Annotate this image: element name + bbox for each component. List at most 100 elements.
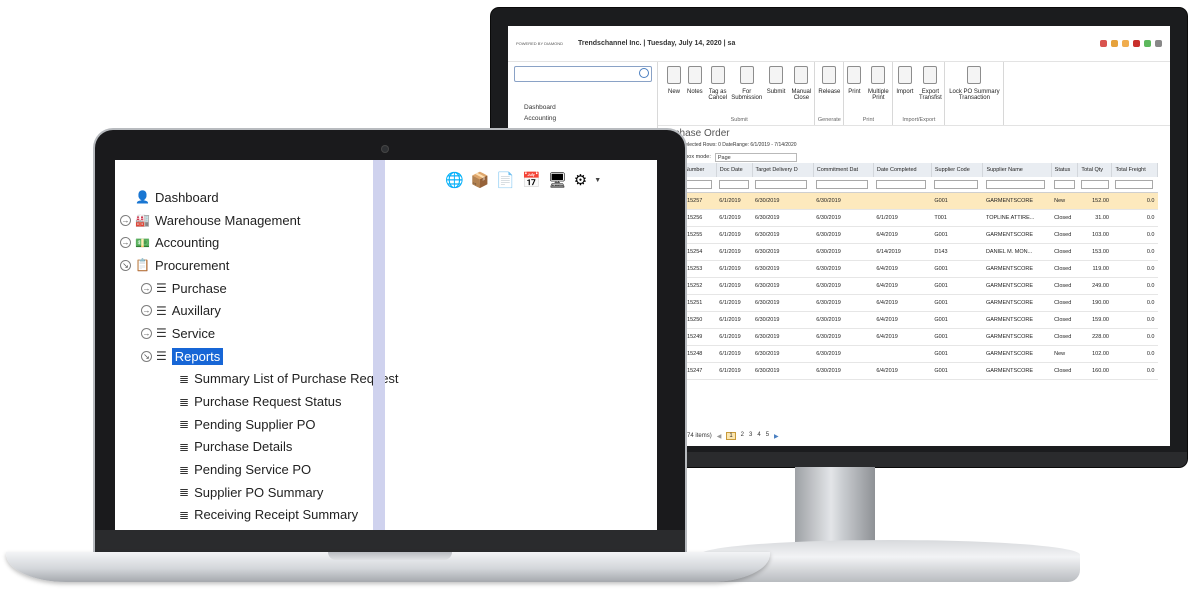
document-icon[interactable] [1122, 40, 1129, 47]
pager-page-link[interactable]: 5 [766, 432, 769, 440]
lock-po-summary-button[interactable]: Lock PO Summary Transaction [945, 62, 1003, 116]
calendar-icon[interactable]: 📅 [522, 172, 541, 190]
submit-button[interactable]: Submit [764, 62, 789, 116]
collapse-icon[interactable]: ↘ [141, 350, 152, 362]
settings-icon[interactable]: ⚙ [574, 172, 587, 190]
tree-item-reports[interactable]: ↘ ☰ Reports [115, 345, 373, 368]
grid-column-header[interactable]: Date Completed [873, 163, 932, 177]
manual-close-button[interactable]: Manual Close [788, 62, 814, 116]
filter-input[interactable] [1054, 179, 1076, 189]
new-button[interactable]: New [664, 62, 684, 116]
pager-page-link[interactable]: 3 [749, 432, 752, 440]
filter-input[interactable] [1080, 179, 1109, 189]
expand-icon[interactable]: → [141, 282, 152, 294]
tree-item-dashboard[interactable]: 👤 Dashboard [115, 186, 373, 209]
globe-icon[interactable] [1100, 40, 1107, 47]
grid-filter-cell[interactable] [1051, 177, 1078, 193]
collapse-icon[interactable]: ↘ [120, 259, 131, 271]
for-submission-button[interactable]: For Submission [730, 62, 764, 116]
tree-item-purchase[interactable]: → ☰ Purchase [115, 277, 373, 300]
globe-icon[interactable]: 🌐 [445, 172, 464, 190]
table-cell: TOPLINE ATTIRE... [982, 209, 1052, 227]
grid-filter-cell[interactable] [813, 177, 874, 193]
table-row[interactable]: PO0015249 6/1/2019 6/30/2019 6/30/2019 6/4/2… [658, 328, 1158, 346]
expand-icon[interactable]: → [120, 237, 131, 249]
grid-filter-cell[interactable] [1077, 177, 1112, 193]
table-row[interactable]: PO0015254 6/1/2019 6/30/2019 6/30/2019 6/14/… [658, 243, 1158, 261]
search-icon[interactable] [639, 68, 649, 78]
table-row[interactable]: PO0015255 6/1/2019 6/30/2019 6/30/2019 6/4/2… [658, 226, 1158, 244]
panel-divider[interactable] [373, 160, 385, 530]
grid-column-header[interactable]: Total Freight [1111, 163, 1158, 177]
tree-item-pending-supplier-po[interactable]: ≣ Pending Supplier PO [115, 413, 373, 436]
package-icon[interactable] [1111, 40, 1118, 47]
filter-input[interactable] [816, 179, 868, 189]
grid-filter-cell[interactable] [873, 177, 932, 193]
pager-prev-icon[interactable]: ◀ [717, 433, 722, 440]
grid-column-header[interactable]: Total Qty [1077, 163, 1113, 177]
settings-icon[interactable] [1155, 40, 1162, 47]
table-row[interactable]: PO0015248 6/1/2019 6/30/2019 6/30/2019 G001 G… [658, 345, 1158, 363]
tree-item-purchase-request-status[interactable]: ≣ Purchase Request Status [115, 390, 373, 413]
filter-input[interactable] [934, 179, 979, 189]
package-icon[interactable]: 📦 [471, 172, 490, 190]
filter-input[interactable] [985, 179, 1045, 189]
tree-item-summary-list-of-purchase-request[interactable]: ≣ Summary List of Purchase Request [115, 368, 399, 391]
tree-item-accounting[interactable]: → 💵 Accounting [115, 231, 373, 254]
sidebar-search-input[interactable] [514, 66, 652, 82]
expand-icon[interactable]: → [141, 305, 152, 317]
tree-item-pending-service-po[interactable]: ≣ Pending Service PO [115, 458, 373, 481]
grid-filter-cell[interactable] [982, 177, 1052, 193]
table-row[interactable]: PO0015251 6/1/2019 6/30/2019 6/30/2019 6/4/2… [658, 294, 1158, 312]
document-icon[interactable]: 📄 [496, 172, 515, 190]
pager-page-link[interactable]: 1 [726, 432, 736, 440]
notes-button[interactable]: Notes [684, 62, 706, 116]
monitor-icon[interactable] [1144, 40, 1151, 47]
grid-column-header[interactable]: Status [1051, 163, 1079, 177]
table-cell: 6/30/2019 [813, 294, 874, 312]
sidebar-item-dashboard[interactable]: Dashboard [524, 102, 651, 113]
import-button[interactable]: Import [893, 62, 916, 116]
tag-as-cancel-button[interactable]: Tag as Cancel [706, 62, 730, 116]
release-button[interactable]: Release [815, 62, 843, 116]
filter-input[interactable] [755, 179, 808, 189]
grid-column-header[interactable]: Target Delivery D [752, 163, 814, 177]
filter-input[interactable] [1114, 179, 1154, 189]
grid-column-header[interactable]: Supplier Code [931, 163, 984, 177]
pager-page-link[interactable]: 4 [757, 432, 760, 440]
table-row[interactable]: PO0015247 6/1/2019 6/30/2019 6/30/2019 6/4/2… [658, 362, 1158, 380]
expand-icon[interactable]: → [141, 327, 152, 339]
table-row[interactable]: PO0015253 6/1/2019 6/30/2019 6/30/2019 6/4/2… [658, 260, 1158, 278]
grid-filter-cell[interactable] [931, 177, 983, 193]
table-row[interactable]: PO0015257 6/1/2019 6/30/2019 6/30/2019 G001 G… [658, 192, 1158, 210]
table-row[interactable]: PO0015250 6/1/2019 6/30/2019 6/30/2019 6/4/2… [658, 311, 1158, 329]
filter-input[interactable] [719, 179, 749, 189]
tree-item-procurement[interactable]: ↘ 📋 Procurement [115, 254, 373, 277]
grid-filter-cell[interactable] [1111, 177, 1158, 193]
tree-item-purchase-details[interactable]: ≣ Purchase Details [115, 436, 373, 459]
grid-filter-cell[interactable] [716, 177, 752, 193]
tree-item-auxillary[interactable]: → ☰ Auxillary [115, 299, 373, 322]
table-row[interactable]: PO0015252 6/1/2019 6/30/2019 6/30/2019 6/4/2… [658, 277, 1158, 295]
calendar-icon[interactable] [1133, 40, 1140, 47]
chevron-down-icon[interactable]: ▼ [594, 172, 601, 190]
tree-item-supplier-po-summary[interactable]: ≣ Supplier PO Summary [115, 481, 373, 504]
export-transfist-button[interactable]: Export Transfist [916, 62, 944, 116]
grid-column-header[interactable]: Supplier Name [982, 163, 1052, 177]
pager-next-icon[interactable]: ▶ [774, 433, 779, 440]
tree-item-receiving-receipt-summary[interactable]: ≣ Receiving Receipt Summary [115, 504, 373, 527]
grid-column-header[interactable]: Doc Date [716, 163, 753, 177]
expand-icon[interactable]: → [120, 214, 131, 226]
tree-item-warehouse-management[interactable]: → 🏭 Warehouse Management [115, 209, 373, 232]
grid-filter-cell[interactable] [752, 177, 814, 193]
multiple-print-button[interactable]: Multiple Print [864, 62, 892, 116]
checkbox-mode-select[interactable]: Page [714, 152, 797, 162]
monitor-icon[interactable]: 🖥 [548, 172, 567, 190]
table-row[interactable]: PO0015256 6/1/2019 6/30/2019 6/30/2019 6/1/2… [658, 209, 1158, 227]
tree-item-service[interactable]: → ☰ Service [115, 322, 373, 345]
pager-page-link[interactable]: 2 [741, 432, 744, 440]
grid-column-header[interactable]: Commitment Dat [813, 163, 874, 177]
filter-input[interactable] [876, 179, 926, 189]
print-button[interactable]: Print [844, 62, 864, 116]
sidebar-item-accounting[interactable]: Accounting [524, 113, 651, 124]
